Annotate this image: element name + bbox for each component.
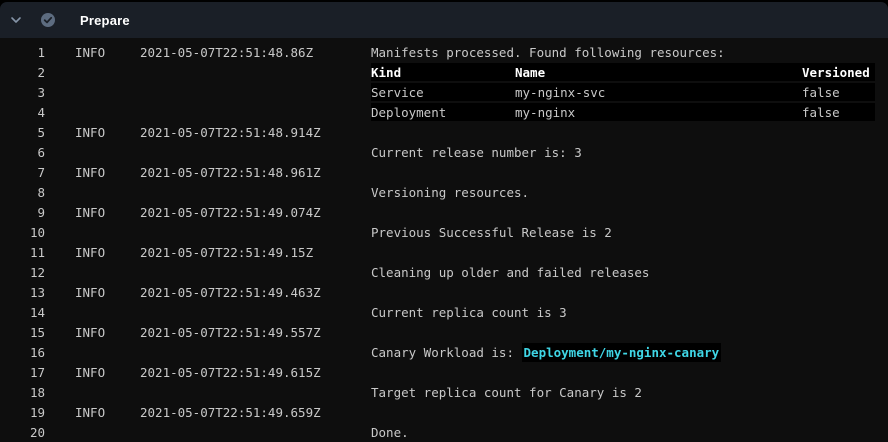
log-level: INFO xyxy=(75,45,140,60)
table-cell: Versioned xyxy=(802,65,875,80)
line-number[interactable]: 1 xyxy=(0,45,45,60)
log-line: 15 INFO2021-05-07T22:51:49.557Z xyxy=(0,322,888,342)
table-cell: my-nginx-svc xyxy=(515,85,802,100)
line-number[interactable]: 9 xyxy=(0,205,45,220)
resource-table-row: Deploymentmy-nginxfalse xyxy=(371,103,875,121)
log-level: INFO xyxy=(75,325,140,340)
line-number[interactable]: 8 xyxy=(0,185,45,200)
log-line: 20 Done. xyxy=(0,422,888,442)
log-line: 11 INFO2021-05-07T22:51:49.15Z xyxy=(0,242,888,262)
log-line: 12 Cleaning up older and failed releases xyxy=(0,262,888,282)
log-line: 2 KindNameVersioned xyxy=(0,62,888,82)
log-timestamp: 2021-05-07T22:51:49.557Z xyxy=(140,325,371,340)
chevron-down-icon[interactable] xyxy=(8,12,24,28)
log-message: Current release number is: 3 xyxy=(371,145,875,160)
log-line: 16 Canary Workload is: Deployment/my-ngin… xyxy=(0,342,888,362)
log-line: 5 INFO2021-05-07T22:51:48.914Z xyxy=(0,122,888,142)
log-timestamp: 2021-05-07T22:51:48.914Z xyxy=(140,125,371,140)
canary-workload-link: Deployment/my-nginx-canary xyxy=(522,343,722,362)
log-line: 13 INFO2021-05-07T22:51:49.463Z xyxy=(0,282,888,302)
check-circle-icon xyxy=(40,12,56,28)
log-step-card: Prepare 1INFO2021-05-07T22:51:48.86ZMani… xyxy=(0,0,888,442)
line-number[interactable]: 7 xyxy=(0,165,45,180)
line-number[interactable]: 5 xyxy=(0,125,45,140)
log-level: INFO xyxy=(75,165,140,180)
line-number[interactable]: 2 xyxy=(0,65,45,80)
log-message: Canary Workload is: Deployment/my-nginx-… xyxy=(371,345,875,360)
line-number[interactable]: 20 xyxy=(0,425,45,440)
table-cell: Deployment xyxy=(371,105,515,120)
log-message: KindNameVersioned xyxy=(371,63,875,81)
step-title: Prepare xyxy=(80,13,130,28)
log-timestamp: 2021-05-07T22:51:48.961Z xyxy=(140,165,371,180)
log-message: Deploymentmy-nginxfalse xyxy=(371,103,875,121)
table-cell: my-nginx xyxy=(515,105,802,120)
resource-table-header: KindNameVersioned xyxy=(371,63,875,81)
line-number[interactable]: 17 xyxy=(0,365,45,380)
step-header[interactable]: Prepare xyxy=(0,2,888,38)
log-line: 7 INFO2021-05-07T22:51:48.961Z xyxy=(0,162,888,182)
table-cell: false xyxy=(802,105,875,120)
line-number[interactable]: 11 xyxy=(0,245,45,260)
line-number[interactable]: 6 xyxy=(0,145,45,160)
log-timestamp: 2021-05-07T22:51:48.86Z xyxy=(140,45,371,60)
log-line: 8 Versioning resources. xyxy=(0,182,888,202)
log-message: Target replica count for Canary is 2 xyxy=(371,385,875,400)
line-number[interactable]: 18 xyxy=(0,385,45,400)
log-message: Cleaning up older and failed releases xyxy=(371,265,875,280)
log-message: Manifests processed. Found following res… xyxy=(371,45,875,60)
log-timestamp: 2021-05-07T22:51:49.074Z xyxy=(140,205,371,220)
log-level: INFO xyxy=(75,245,140,260)
log-line: 18 Target replica count for Canary is 2 xyxy=(0,382,888,402)
log-line: 10 Previous Successful Release is 2 xyxy=(0,222,888,242)
table-cell: Kind xyxy=(371,65,515,80)
line-number[interactable]: 14 xyxy=(0,305,45,320)
log-line: 19 INFO2021-05-07T22:51:49.659Z xyxy=(0,402,888,422)
line-number[interactable]: 10 xyxy=(0,225,45,240)
log-line: 17 INFO2021-05-07T22:51:49.615Z xyxy=(0,362,888,382)
line-number[interactable]: 4 xyxy=(0,105,45,120)
table-cell: false xyxy=(802,85,875,100)
log-level: INFO xyxy=(75,205,140,220)
log-level: INFO xyxy=(75,285,140,300)
log-line: 14 Current replica count is 3 xyxy=(0,302,888,322)
log-message: Servicemy-nginx-svcfalse xyxy=(371,83,875,101)
log-level: INFO xyxy=(75,365,140,380)
log-line: 6 Current release number is: 3 xyxy=(0,142,888,162)
resource-table-row: Servicemy-nginx-svcfalse xyxy=(371,83,875,101)
log-timestamp: 2021-05-07T22:51:49.463Z xyxy=(140,285,371,300)
log-timestamp: 2021-05-07T22:51:49.615Z xyxy=(140,365,371,380)
log-level: INFO xyxy=(75,405,140,420)
log-message: Versioning resources. xyxy=(371,185,875,200)
table-cell: Service xyxy=(371,85,515,100)
log-line: 3 Servicemy-nginx-svcfalse xyxy=(0,82,888,102)
line-number[interactable]: 19 xyxy=(0,405,45,420)
log-message: Done. xyxy=(371,425,875,440)
log-line: 4 Deploymentmy-nginxfalse xyxy=(0,102,888,122)
log-timestamp: 2021-05-07T22:51:49.15Z xyxy=(140,245,371,260)
line-number[interactable]: 16 xyxy=(0,345,45,360)
log-output[interactable]: 1INFO2021-05-07T22:51:48.86ZManifests pr… xyxy=(0,38,888,442)
log-line: 9 INFO2021-05-07T22:51:49.074Z xyxy=(0,202,888,222)
line-number[interactable]: 13 xyxy=(0,285,45,300)
line-number[interactable]: 3 xyxy=(0,85,45,100)
table-cell: Name xyxy=(515,65,802,80)
log-timestamp: 2021-05-07T22:51:49.659Z xyxy=(140,405,371,420)
log-level: INFO xyxy=(75,125,140,140)
log-line: 1 INFO2021-05-07T22:51:48.86ZManifests pr… xyxy=(0,42,888,62)
log-message: Current replica count is 3 xyxy=(371,305,875,320)
log-message: Previous Successful Release is 2 xyxy=(371,225,875,240)
line-number[interactable]: 12 xyxy=(0,265,45,280)
line-number[interactable]: 15 xyxy=(0,325,45,340)
